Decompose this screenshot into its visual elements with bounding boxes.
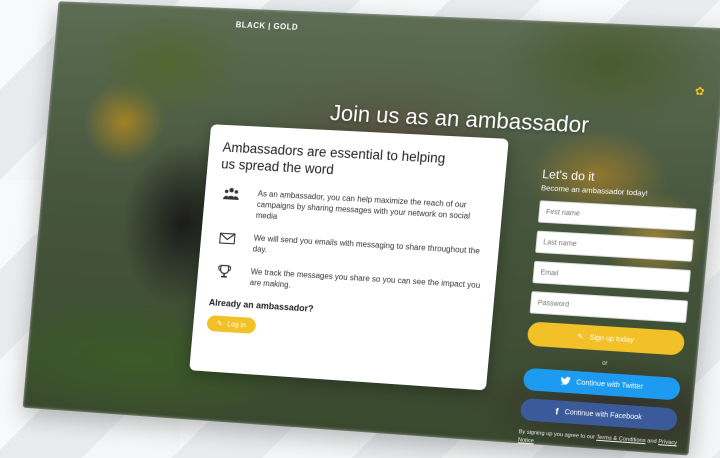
twitter-button-label: Continue with Twitter <box>575 378 644 391</box>
info-card: Ambassadors are essential to helping us … <box>189 124 509 391</box>
email-field[interactable] <box>532 260 691 293</box>
ambassador-signup-screen: BLACK | GOLD ✿ Join us as an ambassador … <box>22 1 720 456</box>
login-button-label: Log in <box>227 320 247 329</box>
terms-and: and <box>646 438 657 446</box>
signup-button-label: Sign up today <box>589 333 635 344</box>
password-field[interactable] <box>529 291 689 324</box>
signup-icon: ✎ <box>577 333 584 342</box>
feature-text: As an ambassador, you can help maximize … <box>255 189 471 221</box>
facebook-button[interactable]: f Continue with Facebook <box>519 397 679 432</box>
group-icon <box>218 186 245 204</box>
login-icon: ✎ <box>216 320 223 328</box>
twitter-icon <box>559 376 571 387</box>
signup-panel: Let's do it Become an ambassador today! … <box>518 167 703 456</box>
last-name-field[interactable] <box>535 230 694 262</box>
twitter-button[interactable]: Continue with Twitter <box>522 367 681 401</box>
envelope-icon <box>214 230 241 247</box>
info-card-title: Ambassadors are essential to helping us … <box>220 139 446 178</box>
feature-item: We will send you emails with messaging t… <box>213 230 484 268</box>
first-name-field[interactable] <box>537 200 697 232</box>
facebook-icon: f <box>554 406 559 417</box>
feature-text: We track the messages you share so you c… <box>249 267 481 291</box>
paw-icon: ✿ <box>694 85 706 99</box>
trophy-icon <box>211 264 238 282</box>
feature-item: As an ambassador, you can help maximize … <box>216 186 488 234</box>
login-button[interactable]: ✎ Log in <box>206 315 257 334</box>
feature-item: We track the messages you share so you c… <box>210 264 481 302</box>
signup-button[interactable]: ✎ Sign up today <box>526 321 686 356</box>
feature-text: We will send you emails with messaging t… <box>252 233 481 256</box>
facebook-button-label: Continue with Facebook <box>564 408 643 421</box>
terms-link[interactable]: Terms & Conditions <box>596 435 646 445</box>
